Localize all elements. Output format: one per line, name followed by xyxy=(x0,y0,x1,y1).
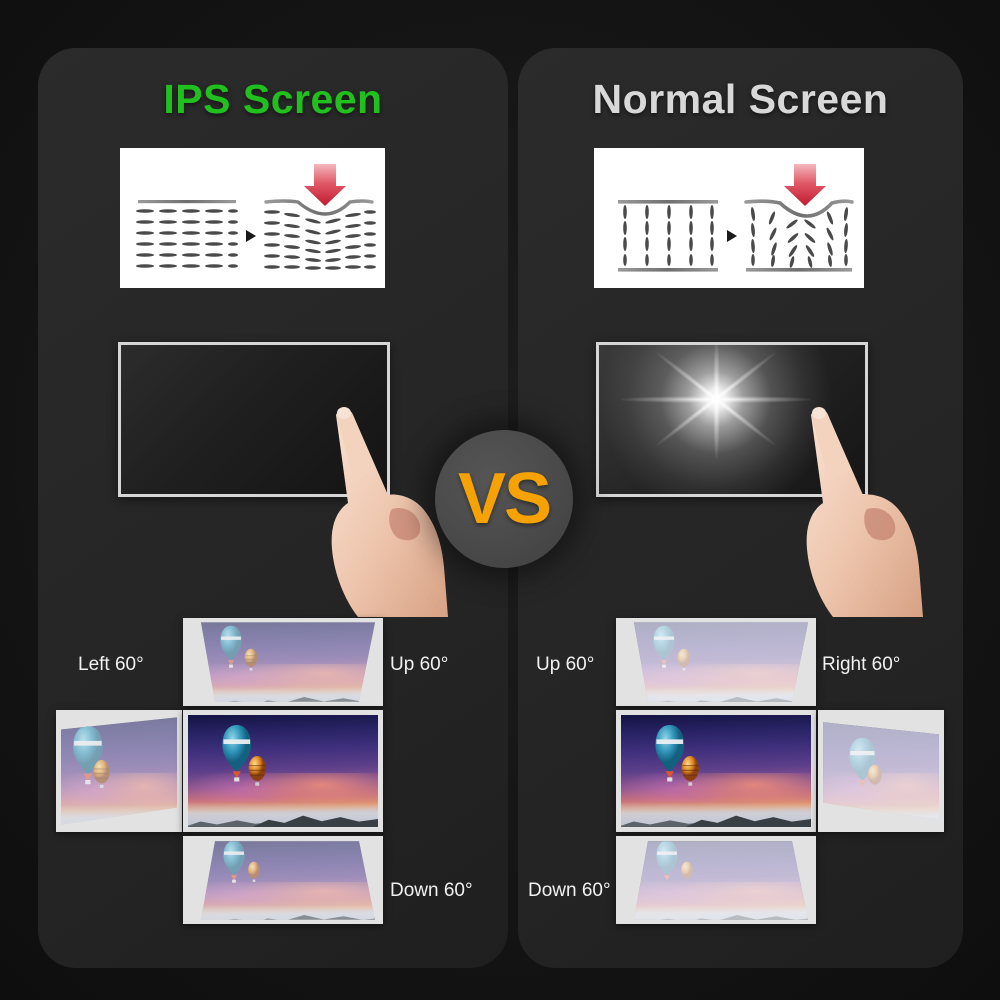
normal-angle-right-image xyxy=(823,722,939,820)
ips-diagram-svg xyxy=(136,164,376,270)
red-down-arrow xyxy=(784,164,826,206)
normal-label-up: Up 60° xyxy=(536,654,595,675)
ips-label-up: Up 60° xyxy=(390,654,449,675)
ips-molecule-pressure-diagram xyxy=(120,148,385,288)
ips-angle-down-frame xyxy=(183,836,383,924)
pointing-hand-icon xyxy=(771,377,941,617)
normal-label-right: Right 60° xyxy=(822,654,901,675)
normal-angle-up-frame xyxy=(616,618,816,706)
normal-label-down: Down 60° xyxy=(528,880,611,901)
ips-angle-down-image xyxy=(201,841,375,920)
ips-label-down: Down 60° xyxy=(390,880,473,901)
ips-angle-up-frame xyxy=(183,618,383,706)
comparison-infographic: IPS Screen Left 60° Up 60° Down 60° Norm… xyxy=(0,0,1000,1000)
normal-angle-up-image xyxy=(634,622,808,702)
ips-angle-left-frame xyxy=(56,710,182,832)
ips-panel-title: IPS Screen xyxy=(163,76,383,122)
normal-panel: Normal Screen Up 60° Right 60° Down 60° xyxy=(518,48,963,968)
normal-panel-title: Normal Screen xyxy=(592,76,889,122)
ips-angle-center-image xyxy=(188,715,378,827)
versus-badge: VS xyxy=(435,430,573,568)
ips-label-left: Left 60° xyxy=(78,654,144,675)
normal-angle-right-frame xyxy=(818,710,944,832)
tn-diagram-svg xyxy=(618,164,854,272)
arrow-right-triangle xyxy=(246,230,256,242)
tn-molecule-pressure-diagram xyxy=(594,148,864,288)
ips-angle-up-image xyxy=(201,622,375,702)
ips-viewing-angles: Left 60° Up 60° Down 60° xyxy=(38,618,508,958)
ips-angle-center-frame xyxy=(183,710,383,832)
normal-angle-center-frame xyxy=(616,710,816,832)
versus-label: VS xyxy=(457,459,552,539)
ips-angle-left-image xyxy=(61,717,177,825)
normal-viewing-angles: Up 60° Right 60° Down 60° xyxy=(518,618,963,958)
normal-touch-demo xyxy=(518,333,963,617)
ips-touch-demo xyxy=(38,333,508,617)
normal-angle-down-image xyxy=(634,841,808,920)
red-down-arrow xyxy=(304,164,346,206)
arrow-right-triangle xyxy=(727,230,737,242)
normal-angle-center-image xyxy=(621,715,811,827)
normal-angle-down-frame xyxy=(616,836,816,924)
